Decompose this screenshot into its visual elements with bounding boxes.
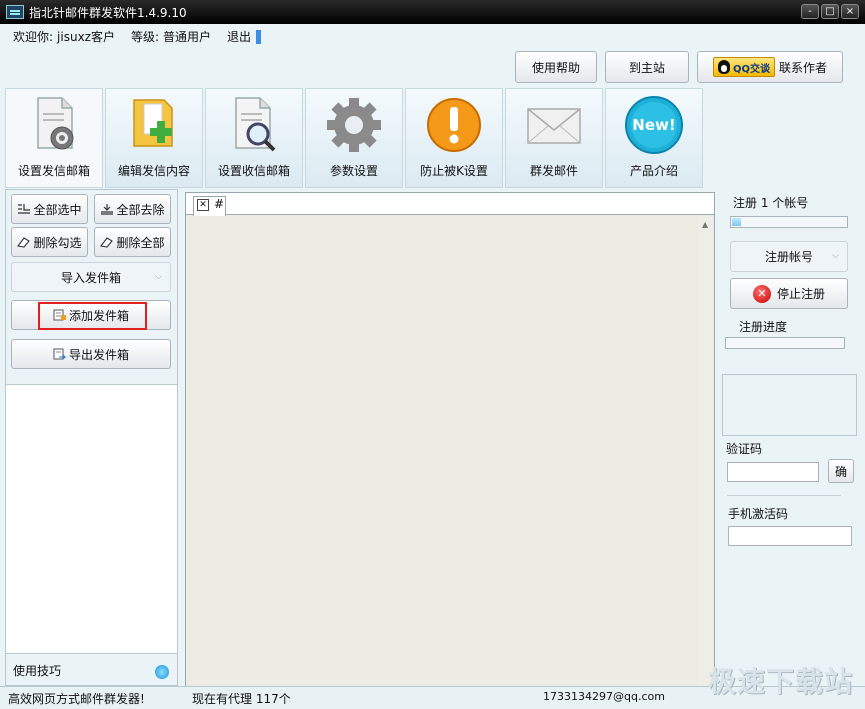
tab-sender-mailbox[interactable]: 设置发信邮箱	[5, 88, 103, 188]
contact-author-label: 联系作者	[779, 60, 828, 75]
minimize-button[interactable]: -	[801, 4, 819, 19]
phone-code-label: 手机激活码	[728, 507, 789, 521]
gear-icon	[327, 98, 381, 152]
scroll-up-icon[interactable]: ▲	[702, 220, 708, 229]
app-icon	[6, 5, 24, 19]
logout-link[interactable]: 退出	[227, 28, 251, 45]
tab-anti-block-settings[interactable]: 防止被K设置	[405, 88, 503, 188]
maximize-button[interactable]: □	[821, 4, 839, 19]
register-progress-bar	[725, 337, 845, 349]
register-count-progress	[730, 216, 848, 228]
window-title: 指北针邮件群发软件1.4.9.10	[29, 5, 187, 20]
select-all-button[interactable]: 全部选中	[11, 194, 88, 224]
captcha-image-box	[722, 374, 857, 436]
contact-author-button[interactable]: QQ交谈 联系作者	[697, 51, 843, 83]
tab-parameter-settings[interactable]: 参数设置	[305, 88, 403, 188]
tab-label: 设置发信邮箱	[17, 164, 90, 178]
folder-add-icon	[133, 99, 173, 147]
tab-edit-content[interactable]: 编辑发信内容	[105, 88, 203, 188]
import-mailbox-dropdown[interactable]: 导入发件箱 ⌵	[11, 262, 171, 292]
title-bar: 指北针邮件群发软件1.4.9.10 - □ ×	[0, 0, 865, 24]
watermark-text: 极速下载站	[707, 665, 853, 698]
export-mailbox-icon	[53, 348, 67, 360]
tab-label: 编辑发信内容	[117, 164, 190, 178]
divider	[727, 495, 841, 496]
select-all-icon	[17, 203, 31, 215]
qq-badge-label: QQ交谈	[732, 63, 770, 75]
export-mailbox-label: 导出发件箱	[68, 347, 129, 362]
qq-penguin-icon	[717, 60, 730, 74]
svg-text:New!: New!	[632, 116, 675, 134]
confirm-captcha-button[interactable]: 确	[828, 459, 854, 483]
chevron-down-icon: ⌵	[832, 251, 839, 261]
content-panel: ✕ # ▲	[185, 192, 715, 687]
new-badge-icon: New!	[625, 96, 683, 154]
document-search-icon	[235, 97, 276, 152]
content-tab-strip: ✕ #	[186, 193, 714, 216]
eraser-icon	[100, 236, 114, 248]
tab-mass-mail[interactable]: 群发邮件	[505, 88, 603, 188]
close-tab-icon[interactable]: ✕	[197, 199, 209, 211]
delete-checked-button[interactable]: 删除勾选	[11, 227, 88, 257]
tab-product-intro[interactable]: New! 产品介绍	[605, 88, 703, 188]
confirm-captcha-label: 确	[834, 464, 847, 479]
stop-register-label: 停止注册	[776, 287, 825, 301]
home-button-label: 到主站	[628, 60, 665, 75]
tab-recipient-mailbox[interactable]: 设置收信邮箱	[205, 88, 303, 188]
warning-icon	[427, 98, 481, 152]
help-bubble-icon[interactable]	[155, 665, 169, 679]
home-button[interactable]: 到主站	[605, 51, 689, 83]
tab-label: 设置收信邮箱	[217, 164, 290, 178]
tab-label: 产品介绍	[629, 164, 678, 178]
mailbox-list[interactable]	[6, 384, 177, 654]
deselect-all-button[interactable]: 全部去除	[94, 194, 171, 224]
tab-label: 参数设置	[329, 164, 378, 178]
register-count-progress-fill	[732, 218, 741, 226]
help-button-label: 使用帮助	[531, 60, 580, 75]
import-mailbox-label: 导入发件箱	[60, 270, 121, 285]
stop-icon: ✕	[752, 284, 771, 303]
register-progress-label: 注册进度	[739, 320, 788, 334]
deselect-all-icon	[100, 203, 114, 215]
help-button[interactable]: 使用帮助	[515, 51, 597, 83]
highlight-box	[38, 302, 147, 330]
register-account-dropdown[interactable]: 注册帐号 ⌵	[730, 241, 848, 272]
username: jisuxz客户	[57, 30, 115, 44]
status-proxy-count: 现在有代理 117个	[192, 692, 291, 706]
welcome-line: 欢迎你: jisuxz客户 等级: 普通用户 退出	[13, 28, 262, 45]
text-cursor	[256, 29, 262, 44]
vertical-scrollbar[interactable]: ▲	[698, 216, 714, 686]
deselect-all-label: 全部去除	[116, 202, 165, 217]
user-level: 普通用户	[163, 30, 212, 44]
main-toolbar: 设置发信邮箱 编辑发信内容 设置收信邮箱 参数设置 防止被K设置 群发邮件 Ne…	[5, 88, 703, 188]
sender-panel: 全部选中 全部去除 删除勾选 删除全部 导入发件箱 ⌵ 添加发件箱 导出发件箱 …	[5, 189, 178, 686]
status-email: 1733134297@qq.com	[543, 690, 665, 703]
captcha-label: 验证码	[726, 442, 763, 456]
status-slogan: 高效网页方式邮件群发器!	[8, 692, 145, 706]
level-label: 等级:	[130, 30, 160, 44]
select-all-label: 全部选中	[33, 202, 82, 217]
chevron-down-icon: ⌵	[155, 272, 162, 282]
export-mailbox-button[interactable]: 导出发件箱	[11, 339, 171, 369]
close-button[interactable]: ×	[841, 4, 859, 19]
stop-register-button[interactable]: ✕ 停止注册	[730, 278, 848, 309]
eraser-icon	[17, 236, 31, 248]
delete-all-label: 删除全部	[116, 235, 165, 250]
document-gear-icon	[37, 97, 74, 150]
greeting-label: 欢迎你:	[13, 30, 54, 44]
window-controls: - □ ×	[801, 4, 859, 19]
qq-chat-badge: QQ交谈	[712, 57, 775, 77]
tab-label: 群发邮件	[529, 164, 578, 178]
envelope-icon	[527, 108, 581, 144]
register-panel: 注册 1 个帐号 注册帐号 ⌵ ✕ 停止注册 注册进度 验证码 确 手机激活码	[719, 189, 860, 686]
usage-tips-label[interactable]: 使用技巧	[13, 662, 61, 679]
captcha-input[interactable]	[727, 462, 819, 482]
delete-checked-label: 删除勾选	[33, 235, 82, 250]
register-count-label: 注册 1 个帐号	[733, 196, 809, 210]
register-account-label: 注册帐号	[764, 250, 813, 264]
content-tab-label: #	[214, 197, 225, 211]
phone-code-input[interactable]	[728, 526, 852, 546]
delete-all-button[interactable]: 删除全部	[94, 227, 171, 257]
tab-label: 防止被K设置	[420, 164, 488, 178]
